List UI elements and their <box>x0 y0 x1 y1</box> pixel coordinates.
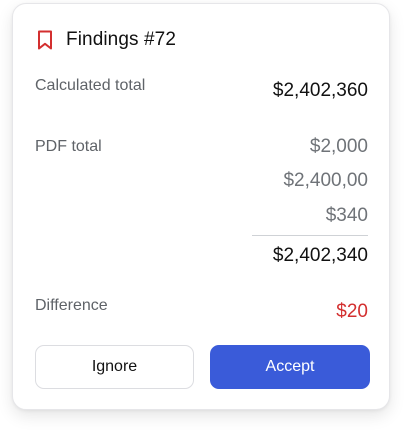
card-title: Findings #72 <box>66 29 176 50</box>
calculated-total-value: $2,402,360 <box>272 80 368 101</box>
difference-label: Difference <box>35 297 108 314</box>
findings-card: Findings #72 Calculated total $2,402,360… <box>12 3 390 410</box>
ignore-button[interactable]: Ignore <box>35 345 194 389</box>
bookmark-icon[interactable] <box>37 30 53 50</box>
card-header: Findings #72 <box>37 28 176 52</box>
pdf-line-item: $340 <box>325 205 368 226</box>
pdf-total-label: PDF total <box>35 138 102 155</box>
accept-button-label: Accept <box>265 358 315 375</box>
pdf-total-value: $2,402,340 <box>272 245 368 266</box>
pdf-line-item: $2,000 <box>309 136 368 157</box>
pdf-line-item: $2,400,00 <box>283 170 368 191</box>
ignore-button-label: Ignore <box>91 358 138 375</box>
calculated-total-label: Calculated total <box>35 77 146 94</box>
accept-button[interactable]: Accept <box>210 345 370 389</box>
sum-divider <box>252 235 368 236</box>
difference-value: $20 <box>336 301 368 322</box>
